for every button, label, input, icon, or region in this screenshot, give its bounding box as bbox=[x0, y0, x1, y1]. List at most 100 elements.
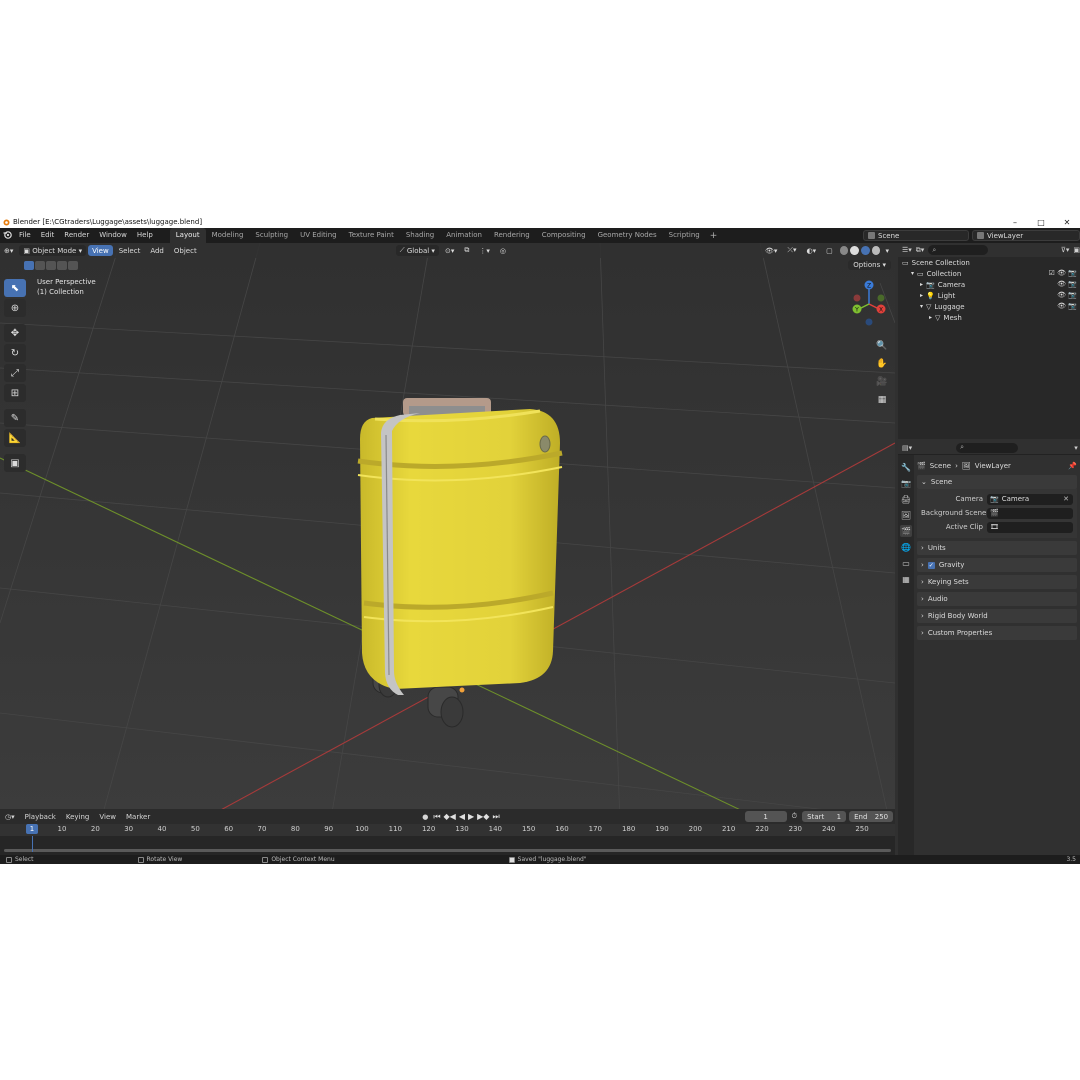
outliner-search-input[interactable]: ⌕ bbox=[928, 245, 989, 255]
close-window-button[interactable]: ✕ bbox=[1054, 218, 1080, 227]
tab-rendering[interactable]: Rendering bbox=[488, 228, 536, 243]
chevron-down-icon[interactable]: ▾ bbox=[920, 303, 923, 310]
outliner-row[interactable]: ▾ ▽ Luggage 👁 📷 bbox=[898, 301, 1080, 312]
pivot-point-icon[interactable]: ⊙▾ bbox=[441, 245, 458, 256]
transform-tool-icon[interactable]: ⊞ bbox=[4, 384, 26, 402]
gravity-checkbox[interactable]: ✓ bbox=[927, 561, 935, 569]
current-frame-field[interactable]: 1 bbox=[744, 811, 787, 822]
options-button[interactable]: Options ▾ bbox=[848, 260, 891, 270]
tab-scripting[interactable]: Scripting bbox=[663, 228, 706, 243]
tab-geometry-nodes[interactable]: Geometry Nodes bbox=[592, 228, 663, 243]
properties-search-input[interactable]: ⌕ bbox=[956, 442, 1019, 453]
select-extend-icon[interactable] bbox=[35, 261, 45, 270]
menu-marker[interactable]: Marker bbox=[121, 813, 155, 821]
outliner-row[interactable]: ▸ 💡 Light 👁 📷 bbox=[898, 290, 1080, 301]
visibility-toggles[interactable]: 👁 📷 bbox=[1057, 280, 1077, 288]
start-frame-field[interactable]: Start 1 bbox=[802, 811, 847, 822]
outliner-editor-type-icon[interactable]: ☰▾ bbox=[902, 246, 912, 254]
chevron-down-icon[interactable]: ▾ bbox=[1074, 444, 1080, 452]
collection-tab-icon[interactable]: ▭ bbox=[900, 557, 912, 569]
visibility-toggles[interactable]: 👁 📷 bbox=[1057, 302, 1077, 310]
camera-view-icon[interactable]: 🎥 bbox=[874, 374, 890, 389]
panel-header[interactable]: › Rigid Body World bbox=[917, 609, 1077, 623]
negative-z-icon[interactable] bbox=[865, 318, 873, 326]
chevron-right-icon[interactable]: ▸ bbox=[920, 292, 923, 299]
rotate-tool-icon[interactable]: ↻ bbox=[4, 344, 26, 362]
current-frame-marker[interactable]: 1 bbox=[26, 824, 38, 834]
tab-compositing[interactable]: Compositing bbox=[536, 228, 592, 243]
background-scene-field[interactable]: 🎬 bbox=[987, 507, 1073, 519]
grid-perspective-icon[interactable]: ▦ bbox=[874, 392, 890, 407]
select-invert-icon[interactable] bbox=[57, 261, 67, 270]
menu-help[interactable]: Help bbox=[132, 228, 158, 243]
select-subtract-icon[interactable] bbox=[46, 261, 56, 270]
transform-orientation-selector[interactable]: ⟋ Global ▾ bbox=[395, 245, 439, 256]
editor-type-button[interactable]: ⊕▾ bbox=[0, 245, 17, 256]
minimize-button[interactable]: – bbox=[1002, 218, 1028, 227]
outliner-row[interactable]: ▸ ▽ Mesh bbox=[898, 312, 1080, 323]
camera-field[interactable]: 📷 Camera ✕ bbox=[987, 493, 1073, 505]
blender-logo-icon[interactable] bbox=[0, 230, 14, 241]
play-icon[interactable]: ▶ bbox=[468, 812, 474, 822]
chevron-down-icon[interactable]: ▾ bbox=[911, 270, 914, 277]
shading-options-icon[interactable]: ▾ bbox=[881, 245, 893, 256]
add-cube-tool-icon[interactable]: ▣ bbox=[4, 454, 26, 472]
menu-file[interactable]: File bbox=[14, 228, 36, 243]
tool-tab-icon[interactable]: 🔧 bbox=[900, 461, 912, 473]
scene-selector[interactable]: Scene bbox=[863, 230, 969, 241]
menu-render[interactable]: Render bbox=[59, 228, 94, 243]
rendered-shading-icon[interactable] bbox=[871, 246, 881, 255]
prev-keyframe-icon[interactable]: ◆◀ bbox=[444, 812, 456, 822]
jump-start-icon[interactable]: ⏮ bbox=[433, 812, 440, 822]
filter-icon[interactable]: ⊽▾ bbox=[1061, 246, 1070, 254]
menu-object[interactable]: Object bbox=[170, 245, 201, 256]
maximize-button[interactable]: □ bbox=[1028, 218, 1054, 227]
clock-icon[interactable]: ⏱ bbox=[787, 812, 802, 821]
tab-texture-paint[interactable]: Texture Paint bbox=[343, 228, 400, 243]
new-collection-icon[interactable]: ▣ bbox=[1073, 246, 1080, 254]
timeline-track-area[interactable] bbox=[0, 836, 895, 855]
tab-animation[interactable]: Animation bbox=[440, 228, 488, 243]
view-layer-tab-icon[interactable]: 🖼 bbox=[900, 509, 912, 521]
material-preview-icon[interactable] bbox=[861, 246, 870, 255]
scene-tab-icon[interactable]: 🎬 bbox=[900, 525, 912, 537]
record-button-icon[interactable]: ● bbox=[417, 813, 433, 821]
scale-tool-icon[interactable]: ⤢ bbox=[4, 364, 26, 382]
snap-icon[interactable]: ⧉ bbox=[460, 245, 473, 256]
tab-sculpting[interactable]: Sculpting bbox=[249, 228, 294, 243]
cursor-tool-icon[interactable]: ⊕ bbox=[4, 299, 26, 317]
negative-y-icon[interactable] bbox=[877, 294, 885, 302]
chevron-right-icon[interactable]: ▸ bbox=[929, 314, 932, 321]
pin-icon[interactable]: 📌 bbox=[1068, 462, 1077, 470]
snap-settings-icon[interactable]: ⋮▾ bbox=[475, 245, 494, 256]
menu-keying[interactable]: Keying bbox=[61, 813, 95, 821]
xray-icon[interactable]: ▢ bbox=[822, 245, 837, 256]
luggage-model[interactable] bbox=[357, 398, 563, 728]
tab-modeling[interactable]: Modeling bbox=[206, 228, 250, 243]
outliner-row[interactable]: ▾ ▭ Collection ☑ 👁 📷 bbox=[898, 268, 1080, 279]
panel-header[interactable]: › ✓ Gravity bbox=[917, 558, 1077, 572]
jump-end-icon[interactable]: ⏭ bbox=[492, 812, 499, 822]
wireframe-shading-icon[interactable] bbox=[839, 246, 849, 255]
outliner-row[interactable]: ▸ 📷 Camera 👁 📷 bbox=[898, 279, 1080, 290]
annotate-tool-icon[interactable]: ✎ bbox=[4, 409, 26, 427]
navigation-gizmo[interactable]: Z X Y bbox=[845, 274, 895, 334]
select-intersect-icon[interactable] bbox=[68, 261, 78, 270]
solid-shading-icon[interactable] bbox=[850, 246, 860, 255]
tab-shading[interactable]: Shading bbox=[400, 228, 440, 243]
menu-add[interactable]: Add bbox=[146, 245, 168, 256]
negative-x-icon[interactable] bbox=[853, 294, 861, 302]
timeline-editor-type-icon[interactable]: ◷▾ bbox=[0, 813, 20, 821]
scene-panel-header[interactable]: ⌄ Scene bbox=[917, 475, 1077, 489]
tab-layout[interactable]: Layout bbox=[169, 228, 206, 243]
end-frame-field[interactable]: End 250 bbox=[849, 811, 894, 822]
3d-viewport[interactable]: ⊕▾ ▣ Object Mode ▾ View Select Add Objec… bbox=[0, 243, 895, 824]
proportional-edit-icon[interactable]: ◎ bbox=[496, 245, 510, 256]
properties-editor-type-icon[interactable]: ▤▾ bbox=[902, 444, 912, 452]
add-workspace-button[interactable]: + bbox=[706, 231, 722, 241]
panel-header[interactable]: › Units bbox=[917, 541, 1077, 555]
menu-edit[interactable]: Edit bbox=[36, 228, 60, 243]
pan-hand-icon[interactable]: ✋ bbox=[874, 356, 890, 371]
timeline-scrollbar[interactable] bbox=[4, 849, 891, 852]
select-box-tool-icon[interactable]: ⬉ bbox=[4, 279, 26, 297]
